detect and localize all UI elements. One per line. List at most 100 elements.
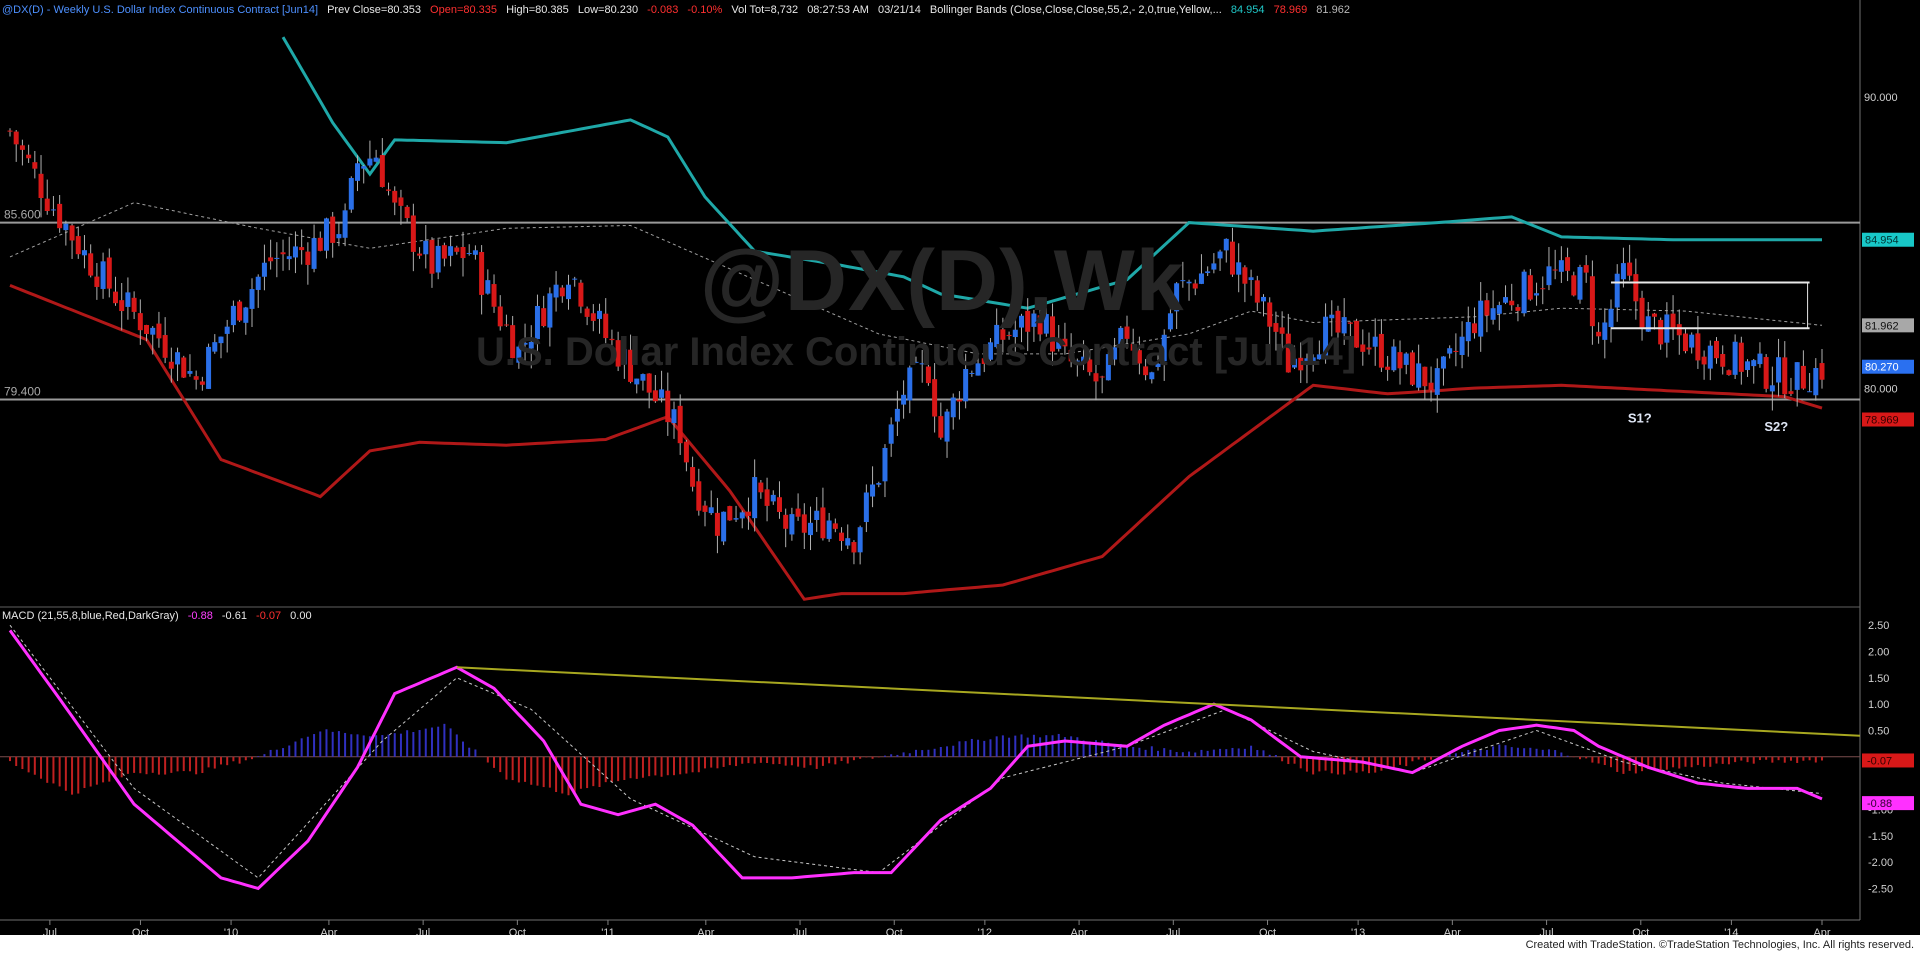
candle-up: [206, 346, 212, 389]
candle-down: [1378, 333, 1384, 368]
macd-header: MACD (21,55,8,blue,Red,DarkGray) -0.88 -…: [2, 610, 318, 622]
candle-up: [863, 492, 869, 523]
candle-up: [1757, 353, 1763, 365]
candle-down: [57, 203, 63, 229]
candle-up: [448, 246, 454, 256]
candle-up: [1794, 362, 1800, 390]
candle-down: [714, 512, 720, 536]
candle-up: [1261, 296, 1267, 302]
candle-down: [590, 313, 596, 321]
candle-down: [38, 173, 44, 198]
chart-canvas: 85.600 79.400 S1? S2? 90.000 84.954 81.962 80.2…: [0, 0, 1914, 939]
candle-down: [479, 251, 485, 295]
candle-down: [1267, 302, 1273, 327]
macd-trendline: [456, 666, 1861, 737]
candle-down: [956, 399, 962, 402]
candle-up: [944, 411, 950, 442]
candle-up: [894, 408, 900, 422]
candle-down: [727, 506, 733, 521]
macd-axis-tick: -2.00: [1868, 857, 1893, 869]
macd-value-4: 0.00: [290, 610, 312, 622]
candle-down: [702, 505, 708, 512]
candle-down: [1254, 280, 1260, 303]
candle-up: [274, 257, 280, 259]
candle-down: [330, 216, 336, 243]
candle-down: [1385, 366, 1391, 370]
candle-down: [1782, 357, 1788, 395]
candle-down: [1471, 323, 1477, 334]
candle-up: [1769, 385, 1775, 392]
candle-up: [1198, 273, 1204, 284]
candle-down: [7, 130, 13, 132]
candle-up: [1577, 266, 1583, 300]
candle-up: [1217, 251, 1223, 259]
indicator-label[interactable]: Bollinger Bands (Close,Close,Close,55,2,…: [930, 4, 1222, 16]
candle-up: [243, 307, 249, 323]
candle-up: [50, 209, 56, 211]
watermark-name: U.S. Dollar Index Continuous Contract [J…: [476, 330, 1357, 374]
candle-down: [119, 300, 125, 312]
candle-down: [299, 247, 305, 251]
candle-up: [1751, 360, 1757, 367]
candle-up: [218, 336, 224, 344]
candle-down: [454, 247, 460, 252]
candle-up: [708, 507, 714, 514]
candle-down: [13, 131, 19, 145]
candle-up: [870, 484, 876, 497]
candle-up: [1503, 297, 1509, 303]
candle-down: [1596, 331, 1602, 337]
candle-down: [839, 532, 845, 541]
candle-down: [1540, 288, 1546, 290]
candle-up: [1459, 336, 1465, 356]
candle-down: [1589, 276, 1595, 327]
candle-down: [646, 373, 652, 393]
symbol-label[interactable]: @DX(D) - Weekly U.S. Dollar Index Contin…: [2, 4, 318, 16]
candle-down: [1099, 376, 1105, 378]
candle-down: [1527, 275, 1533, 300]
candle-down: [156, 323, 162, 339]
watermark-symbol: @DX(D),Wk: [700, 233, 1185, 329]
candle-down: [379, 155, 385, 187]
candle-up: [1813, 367, 1819, 396]
candle-up: [230, 305, 236, 326]
candle-down: [683, 441, 689, 463]
open-value: Open=80.335: [430, 4, 498, 16]
candle-down: [392, 190, 398, 203]
candle-up: [100, 261, 106, 289]
candle-down: [112, 291, 118, 304]
candle-up: [882, 447, 888, 482]
candle-up: [63, 223, 69, 231]
candle-down: [94, 276, 100, 287]
candle-up: [1416, 363, 1422, 388]
macd-axis-tick: 2.50: [1868, 620, 1889, 632]
price-axis-tick: 80.000: [1864, 383, 1898, 395]
candle-down: [1347, 322, 1353, 324]
candle-up: [1608, 308, 1614, 328]
macd-axis-tick: 1.50: [1868, 673, 1889, 685]
candle-up: [286, 256, 292, 260]
macd-axis-tick: 1.00: [1868, 699, 1889, 711]
candle-down: [162, 335, 168, 358]
candle-up: [1689, 334, 1695, 348]
candle-up: [671, 409, 677, 424]
candle-up: [187, 371, 193, 374]
candle-up: [150, 327, 156, 335]
candle-down: [144, 324, 150, 334]
candle-down: [1800, 365, 1806, 389]
candle-up: [1391, 346, 1397, 371]
macd-label[interactable]: MACD (21,55,8,blue,Red,DarkGray): [2, 610, 179, 622]
candle-down: [75, 236, 81, 255]
candle-up: [1546, 266, 1552, 286]
candle-down: [1397, 352, 1403, 369]
candle-up: [1434, 368, 1440, 395]
candle-up: [1807, 391, 1813, 393]
candle-down: [317, 237, 323, 251]
candle-up: [1558, 260, 1564, 272]
candle-up: [1186, 281, 1192, 284]
candle-up: [1465, 322, 1471, 342]
candle-down: [665, 390, 671, 423]
volume-value: Vol Tot=8,732: [731, 4, 799, 16]
candle-up: [249, 289, 255, 309]
candle-down: [181, 357, 187, 378]
candle-up: [1745, 361, 1751, 371]
